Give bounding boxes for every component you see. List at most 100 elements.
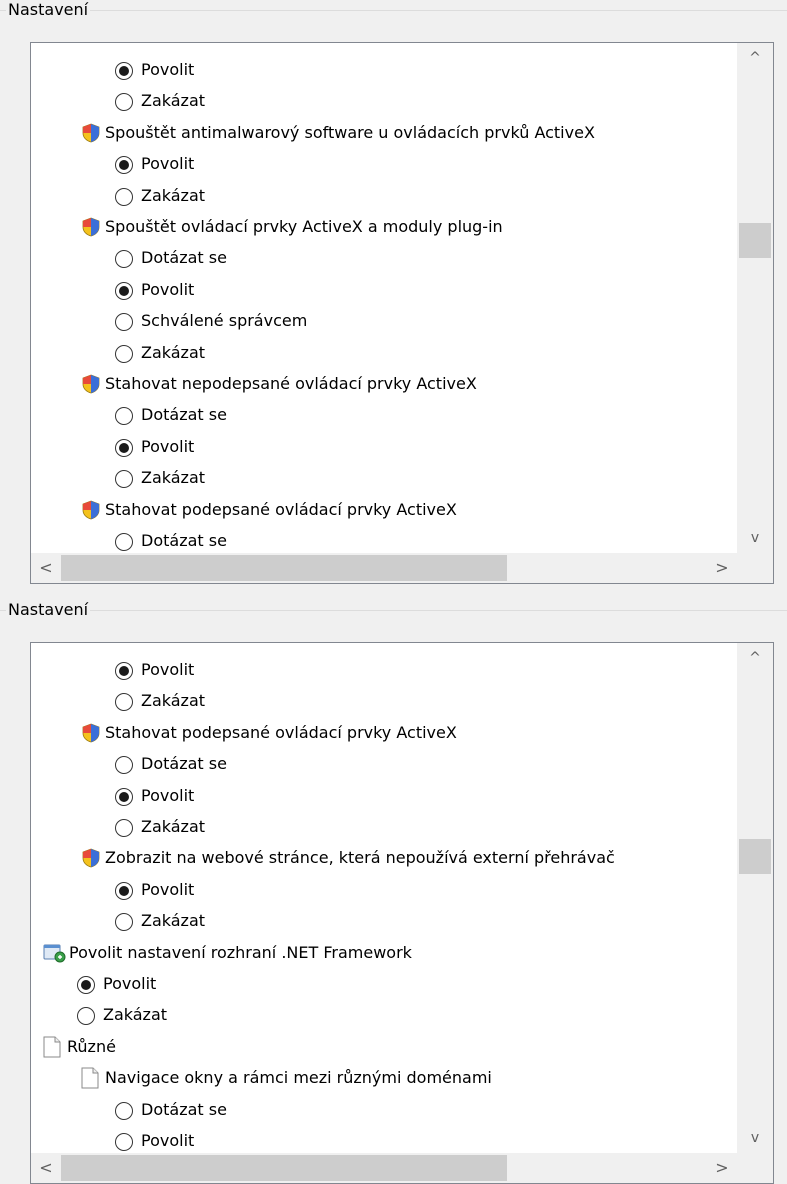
radio-option[interactable]: Zakázat bbox=[31, 463, 737, 493]
radio-option[interactable]: Dotázat se bbox=[31, 1095, 737, 1125]
settings-group-2: Nastavení Povolit Zakázat Stahovat podepsa… bbox=[0, 600, 787, 1184]
scroll-up-arrow[interactable]: ^ bbox=[737, 643, 773, 673]
scroll-thumb-horizontal[interactable] bbox=[61, 555, 507, 581]
radio-button[interactable] bbox=[115, 407, 133, 426]
radio-label: Schválené správcem bbox=[141, 311, 308, 331]
radio-button[interactable] bbox=[115, 913, 133, 932]
radio-button[interactable] bbox=[115, 693, 133, 712]
radio-option[interactable]: Zakázat bbox=[31, 1000, 737, 1030]
radio-label: Povolit bbox=[141, 279, 195, 299]
radio-option[interactable]: Dotázat se bbox=[31, 243, 737, 273]
radio-button[interactable] bbox=[115, 250, 133, 269]
vertical-scrollbar[interactable]: ^ v bbox=[737, 643, 773, 1183]
radio-button-checked[interactable] bbox=[115, 662, 133, 680]
setting-heading: Povolit nastavení rozhraní .NET Framewor… bbox=[31, 938, 737, 968]
tree-rows: Povolit Zakázat Stahovat podepsané ovládac… bbox=[31, 643, 737, 1183]
tree-rows: Povolit Zakázat Spouštět antimalwarový sof… bbox=[31, 43, 737, 583]
heading-label: Spouštět ovládací prvky ActiveX a moduly… bbox=[105, 217, 503, 236]
horizontal-scrollbar[interactable]: < > bbox=[31, 1153, 737, 1183]
radio-option[interactable]: Povolit bbox=[31, 875, 737, 905]
settings-tree-2[interactable]: Povolit Zakázat Stahovat podepsané ovládac… bbox=[30, 642, 774, 1184]
radio-option[interactable]: Zakázat bbox=[31, 181, 737, 211]
radio-button[interactable] bbox=[115, 819, 133, 837]
radio-button-checked[interactable] bbox=[115, 787, 133, 806]
radio-option[interactable]: Zakázat bbox=[31, 906, 737, 936]
radio-option[interactable]: Povolit bbox=[31, 275, 737, 305]
radio-option[interactable]: Povolit bbox=[31, 55, 737, 85]
radio-option[interactable]: Zakázat bbox=[31, 338, 737, 368]
scrollbar-corner bbox=[737, 553, 773, 583]
document-icon bbox=[81, 1067, 99, 1089]
setting-heading: Spouštět ovládací prvky ActiveX a moduly… bbox=[31, 212, 737, 242]
radio-label: Povolit bbox=[141, 154, 195, 174]
radio-option[interactable]: Dotázat se bbox=[31, 526, 737, 556]
radio-option[interactable]: Zakázat bbox=[31, 686, 737, 716]
radio-option[interactable]: Povolit bbox=[31, 149, 737, 179]
heading-label: Stahovat nepodepsané ovládací prvky Acti… bbox=[105, 374, 477, 393]
setting-heading: Navigace okny a rámci mezi různými domén… bbox=[31, 1063, 737, 1093]
radio-button[interactable] bbox=[115, 1101, 133, 1120]
heading-label: Různé bbox=[67, 1036, 116, 1056]
radio-label: Zakázat bbox=[141, 691, 206, 711]
shield-icon bbox=[81, 500, 101, 520]
setting-heading: Zobrazit na webové stránce, která nepouž… bbox=[31, 843, 737, 873]
radio-button[interactable] bbox=[115, 756, 133, 775]
radio-button[interactable] bbox=[77, 1007, 95, 1026]
radio-button-checked[interactable] bbox=[115, 281, 133, 300]
heading-label: Stahovat podepsané ovládací prvky Active… bbox=[105, 499, 457, 519]
radio-option[interactable]: Povolit bbox=[31, 1126, 737, 1156]
radio-option[interactable]: Dotázat se bbox=[31, 400, 737, 430]
radio-button[interactable] bbox=[115, 93, 133, 112]
radio-label: Zakázat bbox=[141, 911, 206, 931]
radio-option[interactable]: Schválené správcem bbox=[31, 306, 737, 336]
radio-button-checked[interactable] bbox=[115, 438, 133, 457]
setting-heading: Různé bbox=[31, 1032, 737, 1062]
radio-option[interactable]: Zakázat bbox=[31, 86, 737, 116]
scroll-left-arrow[interactable]: < bbox=[31, 553, 61, 583]
radio-label: Povolit bbox=[103, 974, 157, 993]
radio-button[interactable] bbox=[115, 533, 133, 551]
group-title: Nastavení bbox=[6, 600, 91, 620]
scroll-thumb[interactable] bbox=[739, 223, 771, 258]
radio-option[interactable]: Dotázat se bbox=[31, 749, 737, 779]
radio-option[interactable]: Povolit bbox=[31, 969, 737, 999]
radio-option[interactable]: Povolit bbox=[31, 781, 737, 811]
scroll-thumb-horizontal[interactable] bbox=[61, 1155, 507, 1181]
radio-button-checked[interactable] bbox=[115, 62, 133, 80]
radio-button[interactable] bbox=[115, 344, 133, 363]
scroll-right-arrow[interactable]: > bbox=[707, 1153, 737, 1183]
scroll-right-arrow[interactable]: > bbox=[707, 553, 737, 583]
radio-button[interactable] bbox=[115, 470, 133, 489]
radio-label: Dotázat se bbox=[141, 531, 227, 550]
radio-label: Dotázat se bbox=[141, 248, 227, 268]
radio-option[interactable]: Povolit bbox=[31, 655, 737, 685]
heading-label: Stahovat podepsané ovládací prvky Active… bbox=[105, 722, 457, 742]
radio-button-checked[interactable] bbox=[115, 156, 133, 175]
vertical-scrollbar[interactable]: ^ v bbox=[737, 43, 773, 583]
scroll-left-arrow[interactable]: < bbox=[31, 1153, 61, 1183]
scroll-down-arrow[interactable]: v bbox=[737, 523, 773, 553]
radio-label: Povolit bbox=[141, 879, 195, 899]
radio-label: Zakázat bbox=[103, 1005, 168, 1025]
settings-group-1: Nastavení Povolit Zakázat Spouštět antimal… bbox=[0, 0, 787, 600]
settings-tree-1[interactable]: Povolit Zakázat Spouštět antimalwarový sof… bbox=[30, 42, 774, 584]
radio-label: Povolit bbox=[141, 785, 195, 805]
scroll-up-arrow[interactable]: ^ bbox=[737, 43, 773, 73]
radio-button[interactable] bbox=[115, 187, 133, 206]
scroll-down-arrow[interactable]: v bbox=[737, 1123, 773, 1153]
radio-label: Dotázat se bbox=[141, 754, 227, 774]
radio-button-checked[interactable] bbox=[77, 976, 95, 994]
radio-button-checked[interactable] bbox=[115, 881, 133, 900]
horizontal-scrollbar[interactable]: < > bbox=[31, 553, 737, 583]
radio-option[interactable]: Zakázat bbox=[31, 812, 737, 842]
radio-label: Povolit bbox=[141, 436, 195, 456]
scroll-thumb[interactable] bbox=[739, 839, 771, 874]
radio-option[interactable]: Povolit bbox=[31, 432, 737, 462]
radio-label: Dotázat se bbox=[141, 1099, 227, 1119]
radio-label: Zakázat bbox=[141, 468, 206, 488]
radio-button[interactable] bbox=[115, 1133, 133, 1151]
radio-button[interactable] bbox=[115, 313, 133, 332]
radio-label: Zakázat bbox=[141, 342, 206, 362]
radio-label: Zakázat bbox=[141, 185, 206, 205]
heading-label: Povolit nastavení rozhraní .NET Framewor… bbox=[69, 942, 412, 962]
